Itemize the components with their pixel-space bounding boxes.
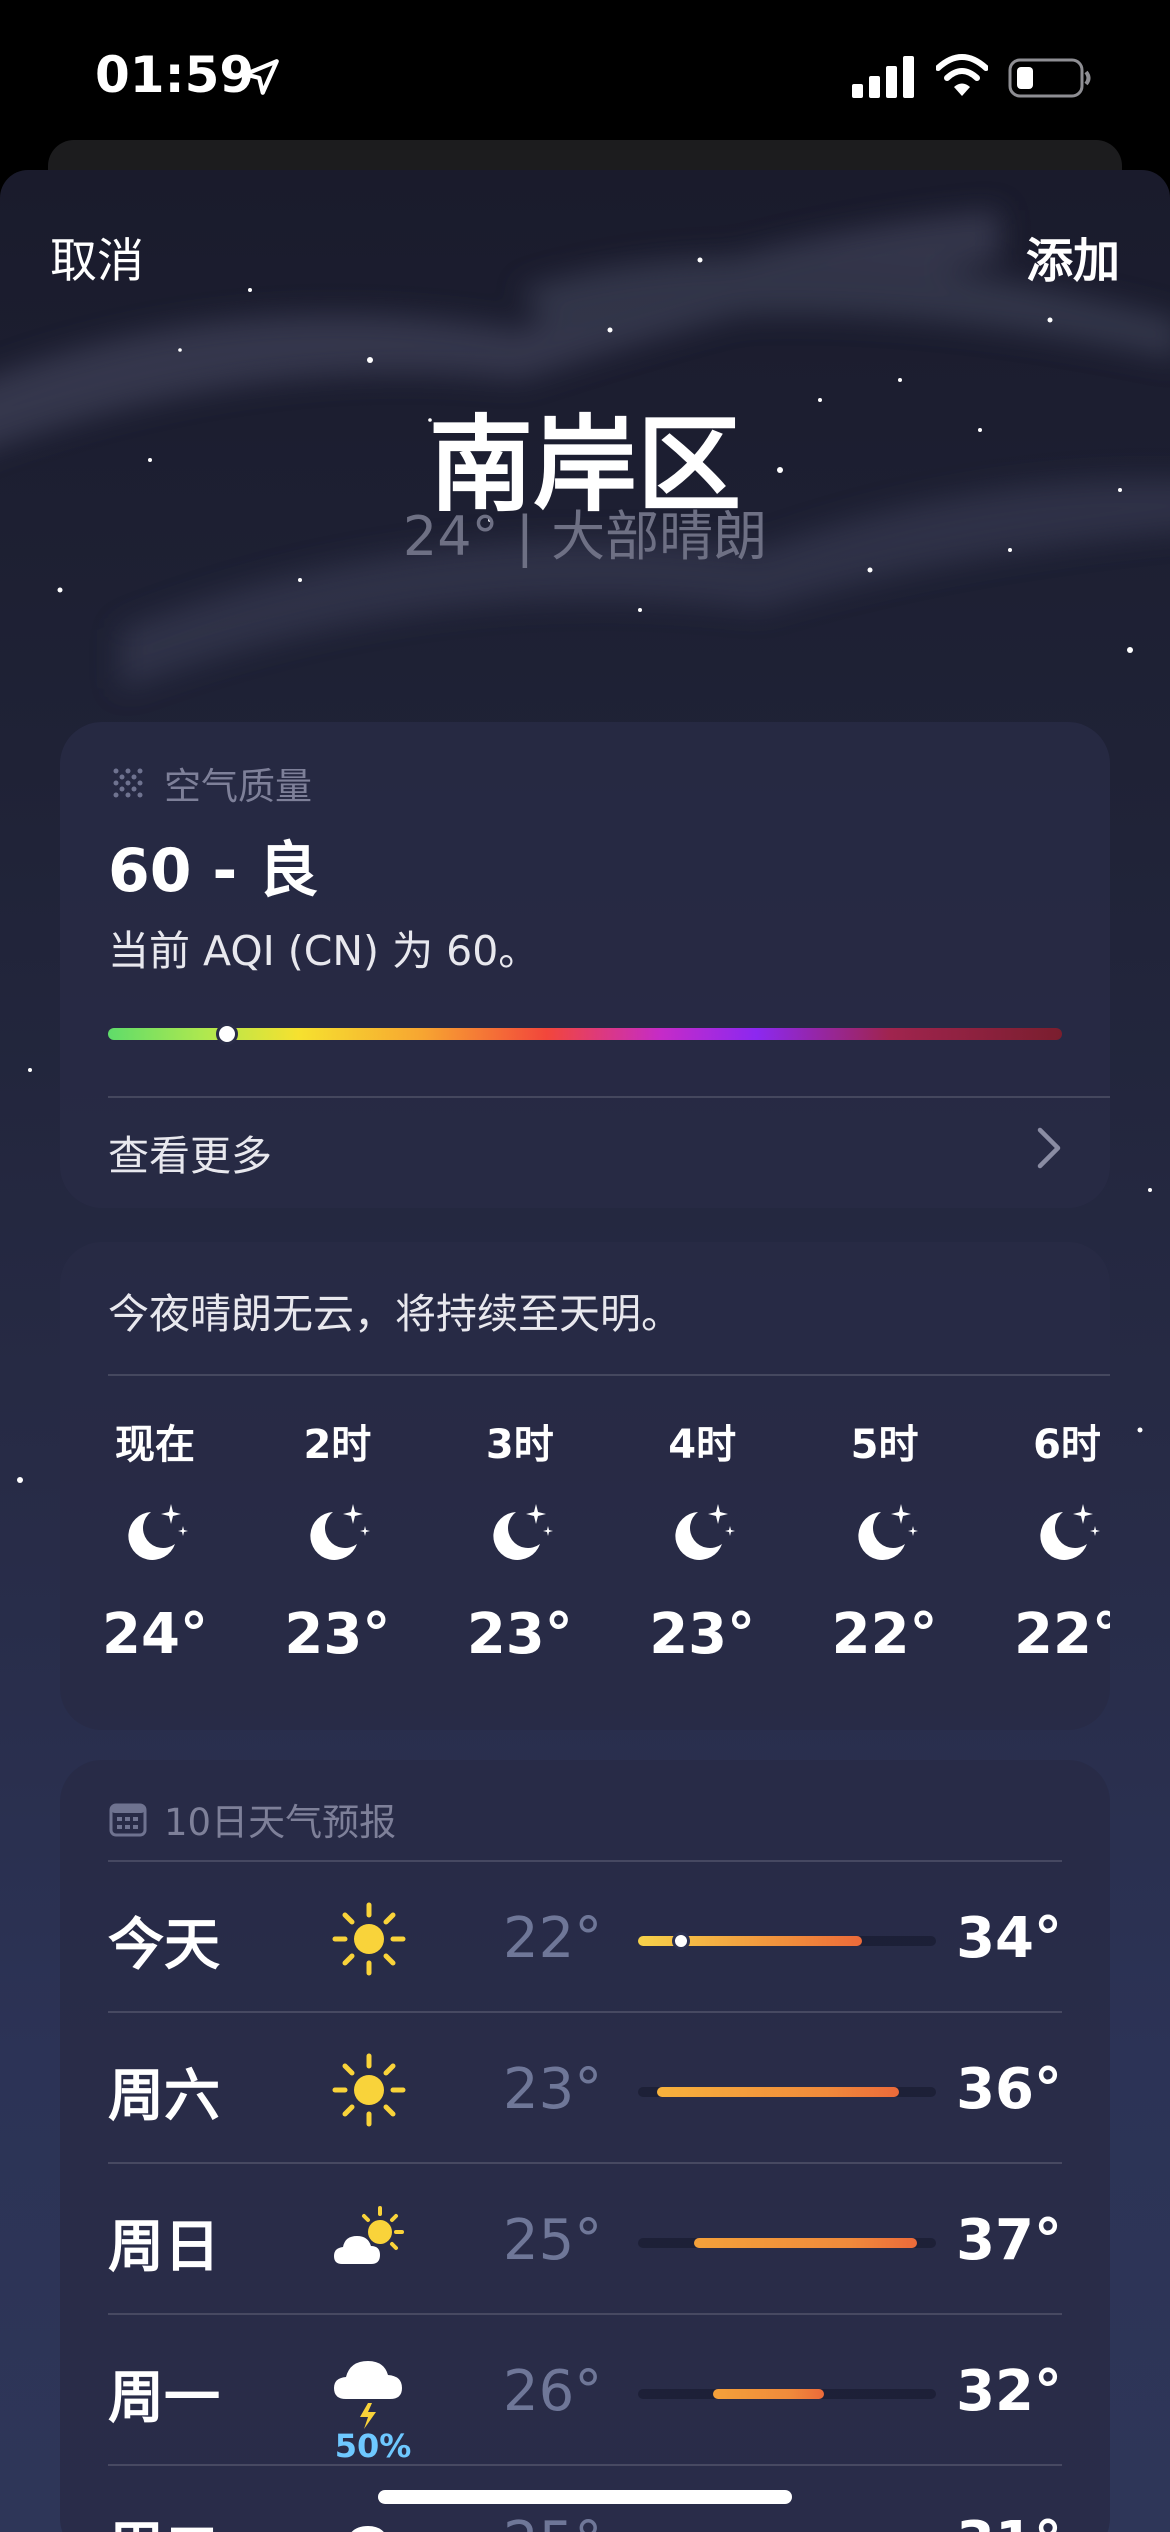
home-indicator[interactable] bbox=[378, 2490, 792, 2504]
location-arrow-icon bbox=[243, 59, 279, 95]
calendar-icon bbox=[109, 1803, 147, 1837]
partly-cloudy-icon bbox=[330, 2202, 408, 2280]
divider bbox=[108, 1374, 1110, 1376]
hour-temperature: 23° bbox=[649, 1602, 756, 1667]
forecast-day-row[interactable]: 今天 22° 34° bbox=[108, 1862, 1062, 2012]
hourly-item: 4时 23° bbox=[632, 1412, 772, 1667]
moon-stars-icon bbox=[117, 1496, 193, 1572]
hour-label: 6时 bbox=[1033, 1422, 1101, 1468]
hour-label: 3时 bbox=[485, 1422, 554, 1468]
forecast-high-temp: 37° bbox=[956, 2208, 1062, 2273]
air-quality-icon bbox=[113, 768, 143, 798]
air-quality-header: 空气质量 bbox=[108, 756, 312, 810]
moon-stars-icon bbox=[847, 1496, 923, 1572]
temperature-range-bar bbox=[712, 2389, 825, 2399]
add-location-sheet: 取消 添加 南岸区 24° | 大部晴朗 空气质量 60 - 良 当前 AQI … bbox=[0, 170, 1170, 2532]
forecast-low-temp: 26° bbox=[503, 2359, 603, 2424]
current-conditions: 24° | 大部晴朗 bbox=[402, 505, 768, 568]
forecast-low-temp: 25° bbox=[503, 2208, 603, 2273]
thunderstorm-icon bbox=[330, 2353, 408, 2431]
forecast-low-temp: 22° bbox=[503, 1906, 603, 1971]
forecast-title: 10日天气预报 bbox=[164, 1801, 397, 1844]
forecast-day-row[interactable]: 周六 23° 36° bbox=[108, 2013, 1062, 2163]
ten-day-forecast-card: 10日天气预报 今天 22° 34° 周六 23° 36° 周日 25° 37° 周一 50% 26°… bbox=[60, 1760, 1110, 2532]
battery-icon bbox=[1008, 58, 1091, 98]
hourly-item: 现在 24° bbox=[85, 1412, 225, 1667]
moon-stars-icon bbox=[664, 1496, 740, 1572]
aqi-scale-bar bbox=[108, 1023, 1062, 1045]
temperature-range-track bbox=[638, 1932, 936, 1950]
forecast-high-temp: 34° bbox=[956, 1906, 1062, 1971]
sun-icon bbox=[330, 2051, 408, 2129]
precipitation-chance: 50% bbox=[334, 2427, 412, 2465]
add-button[interactable]: 添加 bbox=[1026, 222, 1120, 291]
forecast-low-temp: 23° bbox=[503, 2057, 603, 2122]
cellular-signal-icon bbox=[852, 56, 914, 98]
hourly-forecast-card: 今夜晴朗无云，将持续至天明。 现在 24° 2时 23° 3时 23° 4时 23° 5时 22°… bbox=[60, 1242, 1110, 1730]
temperature-range-bar bbox=[656, 2087, 899, 2097]
forecast-day-label: 周二 bbox=[108, 2504, 220, 2532]
hourly-item: 2时 23° bbox=[267, 1412, 407, 1667]
moon-stars-icon bbox=[482, 1496, 558, 1572]
forecast-day-label: 周一 bbox=[108, 2366, 220, 2431]
moon-stars-icon bbox=[1029, 1496, 1105, 1572]
air-quality-card[interactable]: 空气质量 60 - 良 当前 AQI (CN) 为 60。 查看更多 bbox=[60, 722, 1110, 1208]
aqi-description: 当前 AQI (CN) 为 60。 bbox=[108, 927, 540, 975]
cloud-icon bbox=[330, 2504, 408, 2532]
hour-label: 5时 bbox=[850, 1422, 919, 1468]
air-quality-title: 空气质量 bbox=[164, 765, 312, 808]
chevron-right-icon[interactable] bbox=[1036, 1126, 1062, 1170]
hourly-item: 6时 22° bbox=[997, 1412, 1110, 1667]
forecast-high-temp: 36° bbox=[956, 2057, 1062, 2122]
hour-temperature: 22° bbox=[831, 1602, 938, 1667]
hour-temperature: 23° bbox=[466, 1602, 573, 1667]
hourly-summary: 今夜晴朗无云，将持续至天明。 bbox=[108, 1290, 682, 1338]
wifi-icon bbox=[936, 54, 988, 96]
forecast-day-row[interactable]: 周日 25° 37° bbox=[108, 2164, 1062, 2314]
aqi-indicator bbox=[216, 1023, 239, 1045]
forecast-day-label: 今天 bbox=[108, 1913, 220, 1978]
forecast-day-label: 周日 bbox=[108, 2215, 220, 2280]
temperature-range-track bbox=[638, 2238, 936, 2248]
see-more-link[interactable]: 查看更多 bbox=[108, 1122, 272, 1182]
status-time: 01:59 bbox=[95, 46, 255, 104]
hourly-item: 5时 22° bbox=[815, 1412, 955, 1667]
forecast-day-label: 周六 bbox=[108, 2064, 220, 2129]
sun-icon bbox=[330, 1900, 408, 1978]
divider bbox=[108, 1096, 1110, 1098]
forecast-high-temp: 32° bbox=[956, 2359, 1062, 2424]
current-temp-indicator bbox=[672, 1932, 691, 1950]
hour-label: 2时 bbox=[303, 1422, 372, 1468]
aqi-value: 60 - 良 bbox=[108, 836, 319, 906]
temperature-range-bar bbox=[693, 2238, 918, 2248]
hourly-item: 3时 23° bbox=[450, 1412, 590, 1667]
forecast-header: 10日天气预报 bbox=[108, 1792, 396, 1846]
hour-label: 4时 bbox=[668, 1422, 737, 1468]
temperature-range-track bbox=[638, 2389, 936, 2399]
hour-temperature: 22° bbox=[1014, 1602, 1110, 1667]
hour-temperature: 23° bbox=[284, 1602, 391, 1667]
hour-label: 现在 bbox=[115, 1422, 195, 1468]
forecast-day-row[interactable]: 周一 50% 26° 32° bbox=[108, 2315, 1062, 2465]
hour-temperature: 24° bbox=[102, 1602, 208, 1667]
forecast-low-temp: 25° bbox=[503, 2510, 602, 2532]
forecast-high-temp: 31° bbox=[956, 2510, 1062, 2532]
temperature-range-track bbox=[638, 2087, 936, 2097]
cancel-button[interactable]: 取消 bbox=[50, 222, 144, 291]
moon-stars-icon bbox=[299, 1496, 375, 1572]
